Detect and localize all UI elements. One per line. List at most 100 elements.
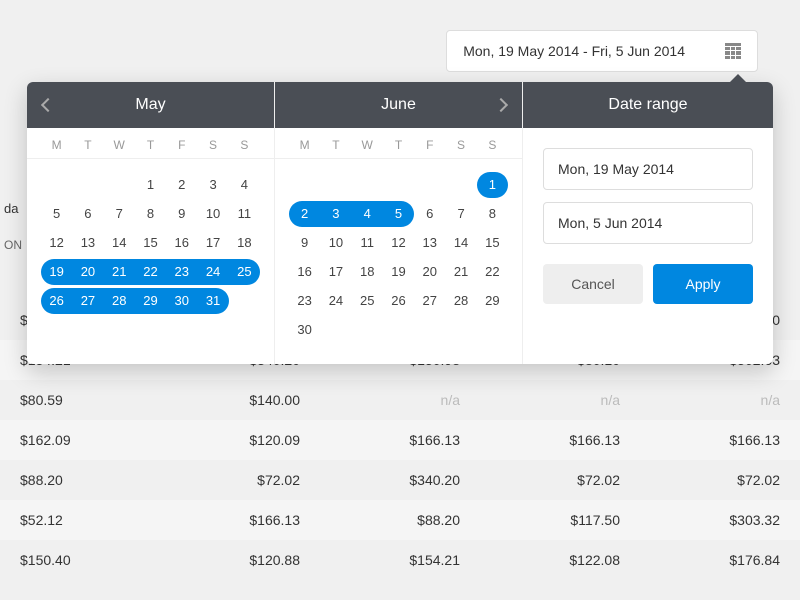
calendar-day[interactable]: 9	[166, 201, 197, 227]
table-cell: $162.09	[0, 420, 160, 460]
date-range-popup: May MTWTFSS 1234567891011121314151617181…	[27, 82, 773, 364]
calendar-day[interactable]: 20	[72, 259, 103, 285]
calendar-day[interactable]: 15	[477, 230, 508, 256]
calendar-day[interactable]: 16	[166, 230, 197, 256]
calendar-day[interactable]: 4	[352, 201, 383, 227]
calendar-day[interactable]: 30	[166, 288, 197, 314]
table-cell: $340.20	[320, 460, 480, 500]
table-cell: $122.08	[480, 540, 640, 580]
calendar-day[interactable]: 25	[352, 288, 383, 314]
cancel-button[interactable]: Cancel	[543, 264, 643, 304]
calendar-day[interactable]: 28	[445, 288, 476, 314]
calendar-day[interactable]: 24	[320, 288, 351, 314]
table-cell: $72.02	[480, 460, 640, 500]
dow-label: S	[477, 138, 508, 152]
table-cell: n/a	[320, 380, 480, 420]
table-cell: $154.21	[320, 540, 480, 580]
calendar-day[interactable]: 14	[104, 230, 135, 256]
table-cell: $72.02	[160, 460, 320, 500]
calendar-day[interactable]: 23	[289, 288, 320, 314]
calendar-day[interactable]: 30	[289, 317, 320, 343]
calendar-day[interactable]: 2	[166, 172, 197, 198]
calendar-day[interactable]: 22	[135, 259, 166, 285]
to-date-input[interactable]	[543, 202, 753, 244]
calendar-day[interactable]: 1	[135, 172, 166, 198]
table-cell: $52.12	[0, 500, 160, 540]
calendar-day[interactable]: 22	[477, 259, 508, 285]
table-cell: $80.59	[0, 380, 160, 420]
table-cell: $166.13	[160, 500, 320, 540]
calendar-day[interactable]: 1	[477, 172, 508, 198]
calendar-day[interactable]: 3	[197, 172, 228, 198]
calendar-day[interactable]: 6	[72, 201, 103, 227]
calendar-day[interactable]: 31	[197, 288, 228, 314]
calendar-day[interactable]: 26	[41, 288, 72, 314]
calendar-day[interactable]: 2	[289, 201, 320, 227]
calendar-day[interactable]: 13	[414, 230, 445, 256]
table-cell: $303.32	[640, 500, 800, 540]
calendar-day[interactable]: 5	[383, 201, 414, 227]
dow-label: W	[352, 138, 383, 152]
calendar-day[interactable]: 11	[352, 230, 383, 256]
calendar-day[interactable]: 10	[320, 230, 351, 256]
calendar-day[interactable]: 6	[414, 201, 445, 227]
calendar-day[interactable]: 13	[72, 230, 103, 256]
apply-button[interactable]: Apply	[653, 264, 753, 304]
month-panel-may: May MTWTFSS 1234567891011121314151617181…	[27, 82, 275, 364]
table-cell: $166.13	[640, 420, 800, 460]
calendar-day[interactable]: 14	[445, 230, 476, 256]
calendar-day[interactable]: 18	[229, 230, 260, 256]
table-cell: $150.40	[0, 540, 160, 580]
calendar-day[interactable]: 29	[135, 288, 166, 314]
calendar-day[interactable]: 12	[41, 230, 72, 256]
table-cell: n/a	[480, 380, 640, 420]
calendar-day[interactable]: 27	[414, 288, 445, 314]
calendar-day[interactable]: 21	[104, 259, 135, 285]
table-cell: $72.02	[640, 460, 800, 500]
dow-label: T	[135, 138, 166, 152]
calendar-day[interactable]: 28	[104, 288, 135, 314]
calendar-day[interactable]: 26	[383, 288, 414, 314]
calendar-day[interactable]: 8	[135, 201, 166, 227]
calendar-day[interactable]: 15	[135, 230, 166, 256]
calendar-day[interactable]: 17	[197, 230, 228, 256]
calendar-day[interactable]: 23	[166, 259, 197, 285]
table-row: $162.09$120.09$166.13$166.13$166.13	[0, 420, 800, 460]
calendar-day[interactable]: 19	[383, 259, 414, 285]
calendar-day[interactable]: 3	[320, 201, 351, 227]
date-range-side-panel: Date range Cancel Apply	[523, 82, 773, 364]
prev-month-icon[interactable]	[41, 98, 55, 112]
calendar-day[interactable]: 29	[477, 288, 508, 314]
dow-label: W	[104, 138, 135, 152]
dow-label: F	[414, 138, 445, 152]
table-cell: n/a	[640, 380, 800, 420]
calendar-day[interactable]: 8	[477, 201, 508, 227]
calendar-day[interactable]: 11	[229, 201, 260, 227]
calendar-day[interactable]: 4	[229, 172, 260, 198]
from-date-input[interactable]	[543, 148, 753, 190]
table-cell: $166.13	[480, 420, 640, 460]
table-cell: $176.84	[640, 540, 800, 580]
calendar-day[interactable]: 18	[352, 259, 383, 285]
calendar-day[interactable]: 9	[289, 230, 320, 256]
dow-label: S	[445, 138, 476, 152]
calendar-day[interactable]: 12	[383, 230, 414, 256]
dow-label: T	[383, 138, 414, 152]
next-month-icon[interactable]	[494, 98, 508, 112]
dow-label: T	[320, 138, 351, 152]
calendar-day[interactable]: 20	[414, 259, 445, 285]
calendar-day[interactable]: 27	[72, 288, 103, 314]
dow-label: F	[166, 138, 197, 152]
calendar-day[interactable]: 19	[41, 259, 72, 285]
calendar-day[interactable]: 10	[197, 201, 228, 227]
calendar-day[interactable]: 24	[197, 259, 228, 285]
calendar-day[interactable]: 5	[41, 201, 72, 227]
calendar-day[interactable]: 7	[445, 201, 476, 227]
calendar-day[interactable]: 16	[289, 259, 320, 285]
month-title-may: May	[135, 96, 165, 114]
calendar-day[interactable]: 7	[104, 201, 135, 227]
table-row: $52.12$166.13$88.20$117.50$303.32	[0, 500, 800, 540]
calendar-day[interactable]: 21	[445, 259, 476, 285]
calendar-day[interactable]: 17	[320, 259, 351, 285]
calendar-day[interactable]: 25	[229, 259, 260, 285]
